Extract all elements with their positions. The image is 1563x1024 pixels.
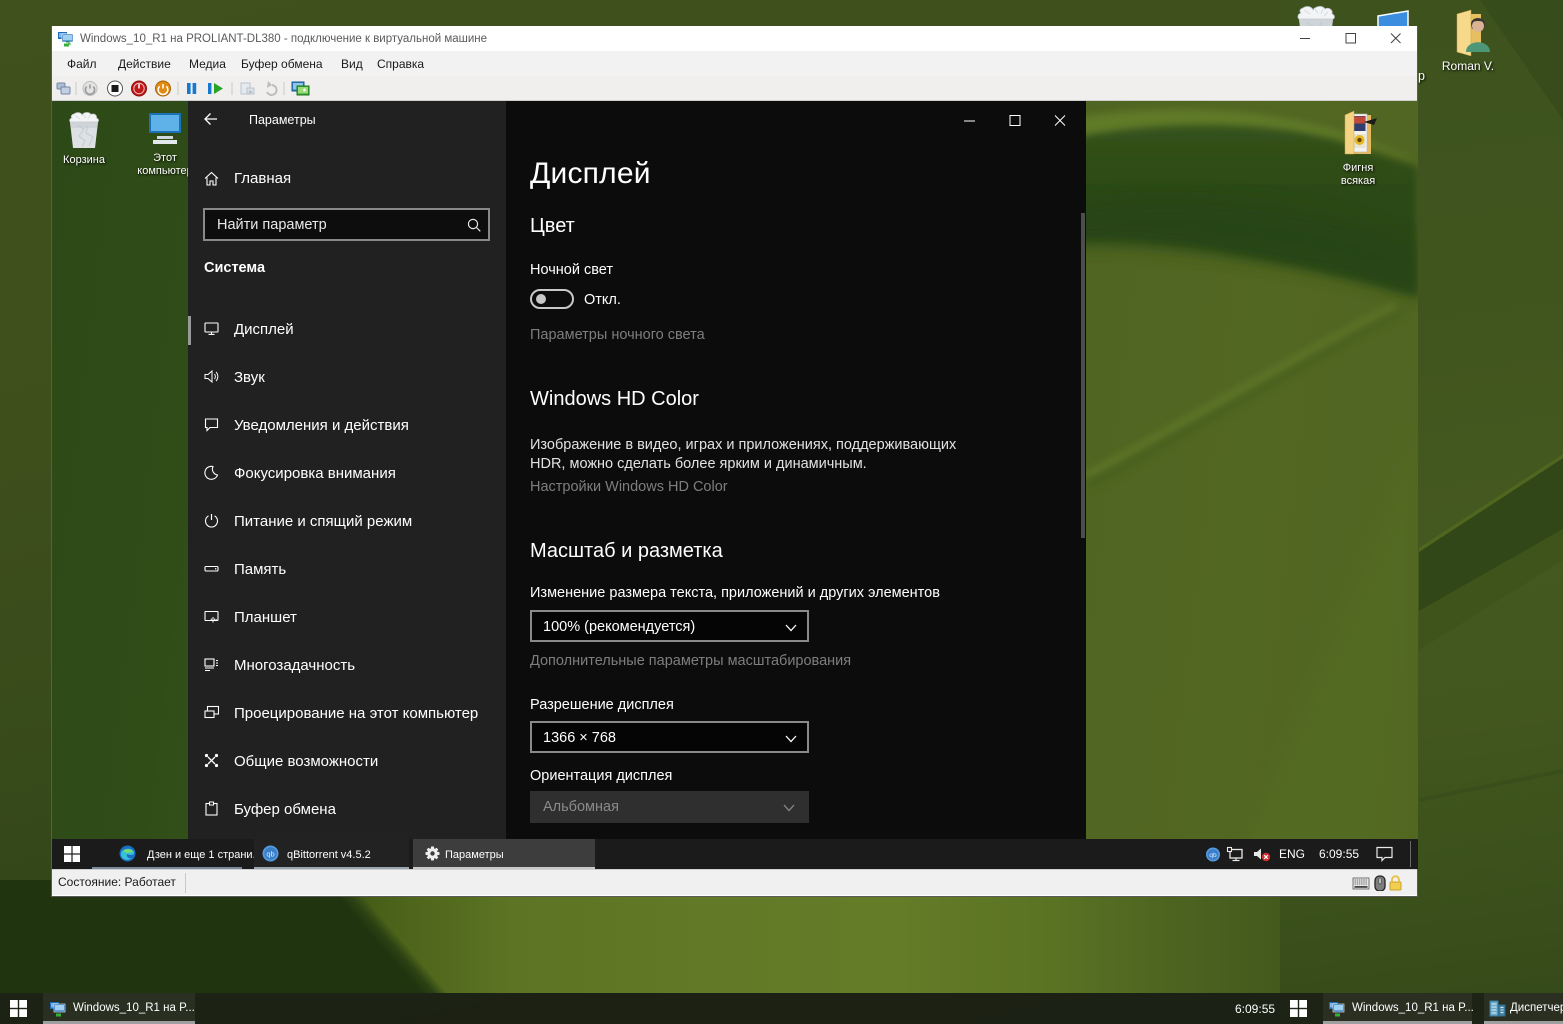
svg-text:qb: qb (1209, 852, 1217, 859)
svg-text:qb: qb (266, 850, 274, 859)
